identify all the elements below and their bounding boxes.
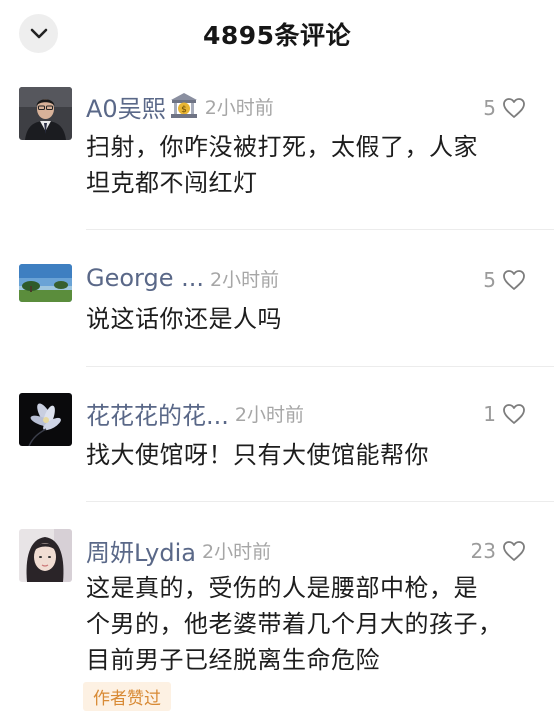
comment-count-title: 4895条评论 [202,21,352,50]
comment-meta: George ... 2小时前 [86,260,279,296]
comments-header: 4895条评论 [0,0,554,70]
comment-username[interactable]: 花花花的花... [86,396,229,431]
comment-meta: A0吴熙 $ 2小时前 [86,88,274,124]
heart-icon [503,404,525,424]
comment-meta: 周妍Lydia 2小时前 [86,532,271,568]
bank-icon: $ [169,91,199,121]
heart-icon [503,541,525,561]
like-button[interactable]: 5 [483,262,526,298]
avatar[interactable] [19,529,72,582]
comment-time: 2小时前 [201,540,272,563]
heart-icon [503,270,525,290]
heart-icon [503,98,525,118]
comment-meta: 花花花的花... 2小时前 [86,395,304,431]
divider [86,501,554,502]
like-count: 1 [483,402,496,426]
comment-time: 2小时前 [234,403,304,426]
comment-text: 这是真的，受伤的人是腰部中枪，是 个男的，他老婆带着几个月大的孩子， 目前男子已… [86,574,503,674]
avatar[interactable] [19,264,72,302]
comment-username[interactable]: 周妍Lydia [86,533,196,568]
like-button[interactable]: 1 [483,396,526,432]
comment-text: 找大使馆呀！只有大使馆能帮你 [86,441,429,469]
svg-text:$: $ [181,105,187,115]
avatar[interactable] [19,87,72,140]
like-button[interactable]: 23 [471,533,526,569]
comment-username[interactable]: George ... [86,264,204,292]
avatar[interactable] [19,393,72,446]
like-count: 5 [483,96,496,120]
like-button[interactable]: 5 [483,90,526,126]
like-count: 23 [470,539,496,563]
like-count: 5 [483,268,496,292]
comment-time: 2小时前 [204,96,274,119]
divider [86,366,554,367]
comment-text: 扫射，你咋没被打死，太假了，人家 坦克都不闯红灯 [86,133,478,197]
comment-time: 2小时前 [210,268,280,291]
author-liked-badge: 作者赞过 [83,682,171,711]
comment-username[interactable]: A0吴熙 [86,89,166,124]
divider [86,229,554,230]
comment-text: 说这话你还是人吗 [86,305,282,333]
